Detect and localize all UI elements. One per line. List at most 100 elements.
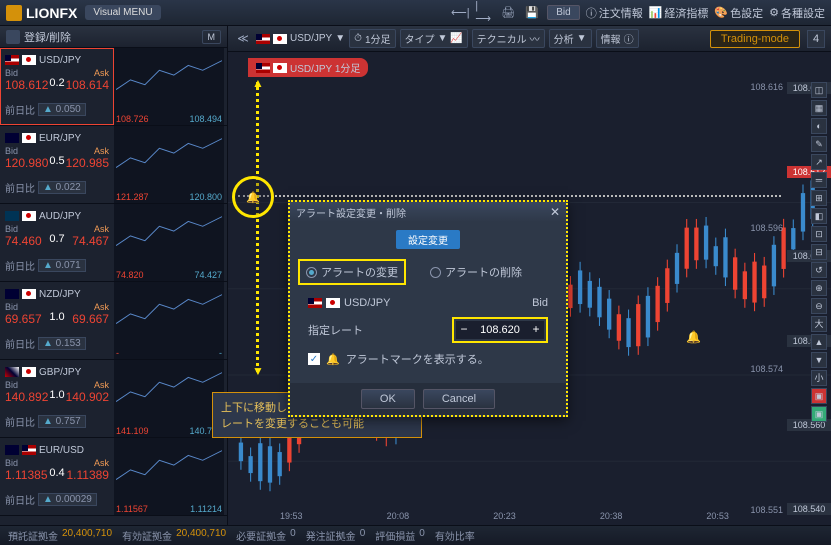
ask-value: 1.11389	[66, 468, 109, 482]
mini-chart[interactable]: 108.726108.494	[114, 48, 224, 125]
tool-button[interactable]: ⊕	[811, 280, 827, 296]
mini-chart[interactable]: --	[114, 282, 224, 359]
settings-change-tab[interactable]: 設定変更	[396, 230, 460, 249]
zoom-large-button[interactable]: 大	[811, 316, 827, 332]
tool-button[interactable]: ▦	[811, 100, 827, 116]
timeframe-selector[interactable]: ⏱ 1分足	[349, 29, 395, 48]
mini-chart[interactable]: 1.115671.11214	[114, 438, 224, 515]
pair-tile-GBP-JPY[interactable]: GBP/JPY Bid140.892 1.0 Ask140.902 前日比▲ 0…	[0, 360, 114, 437]
color-settings-link[interactable]: 🎨色設定	[714, 5, 763, 21]
chevron-left-icon[interactable]: ≪	[234, 30, 252, 48]
dialog-header[interactable]: アラート設定変更・削除 ✕	[290, 202, 566, 222]
alert-price-line[interactable]	[238, 195, 781, 197]
alert-change-radio[interactable]: アラートの変更	[298, 259, 406, 285]
tool-button[interactable]: ▼	[811, 352, 827, 368]
m-button[interactable]: M	[202, 30, 222, 44]
spread-value: 0.5	[48, 146, 65, 180]
jpy-flag-icon	[22, 289, 36, 299]
pair-tile-NZD-JPY[interactable]: NZD/JPY Bid69.657 1.0 Ask69.667 前日比▲ 0.1…	[0, 282, 114, 359]
right-tool-strip: ◫ ▦ ◐ ✎ ↗ ═ ⊞ ◧ ⊡ ⊟ ↺ ⊕ ⊖ 大 ▲ ▼ 小	[811, 82, 829, 422]
tool-button[interactable]: ▣	[811, 388, 827, 404]
jp-flag-icon	[326, 298, 340, 308]
tool-button[interactable]: ↺	[811, 262, 827, 278]
prev-day-label: 前日比	[5, 258, 35, 273]
mini-chart[interactable]: 74.82074.427	[114, 204, 224, 281]
spread-value: 1.0	[48, 302, 65, 336]
various-settings-link[interactable]: ⚙各種設定	[769, 5, 825, 21]
tool-button[interactable]: ⊡	[811, 226, 827, 242]
tool-button[interactable]: ⊖	[811, 298, 827, 314]
bid-toggle[interactable]: Bid	[547, 5, 579, 20]
collapse-icon[interactable]: ⟵|	[451, 4, 469, 22]
mini-chart[interactable]: 141.109140.724	[114, 360, 224, 437]
tool-button[interactable]: ◫	[811, 82, 827, 98]
status-value: 20,400,710	[62, 528, 112, 543]
pair-tile-AUD-JPY[interactable]: AUD/JPY Bid74.460 0.7 Ask74.467 前日比▲ 0.0…	[0, 204, 114, 281]
close-icon[interactable]: ✕	[550, 205, 560, 219]
alert-delete-radio[interactable]: アラートの削除	[424, 261, 528, 283]
us-flag-icon	[308, 298, 322, 308]
status-item: 発注証拠金0	[306, 528, 366, 543]
eur-flag-icon	[5, 133, 19, 143]
jpy-flag-icon	[22, 133, 36, 143]
tool-button[interactable]: ◐	[811, 118, 827, 134]
info-selector[interactable]: 情報 ⓘ	[596, 29, 639, 48]
ask-label: Ask	[94, 380, 109, 390]
cancel-button[interactable]: Cancel	[423, 389, 495, 409]
sidebar: 登録/削除 M USD/JPY Bid108.612 0.2 Ask108.61…	[0, 26, 228, 525]
tool-button[interactable]: ✎	[811, 136, 827, 152]
chart-area[interactable]: USD/JPY 1分足 ▲ 🔔 上下に移動して レートを変更することも可能 🔔	[228, 52, 831, 525]
mini-high: 74.820	[116, 270, 144, 280]
tool-button[interactable]: ⊟	[811, 244, 827, 260]
pair-tile-EUR-JPY[interactable]: EUR/JPY Bid120.980 0.5 Ask120.985 前日比▲ 0…	[0, 126, 114, 203]
pair-tile-EUR-USD[interactable]: EUR/USD Bid1.11385 0.4 Ask1.11389 前日比▲ 0…	[0, 438, 114, 515]
rate-decrement-button[interactable]: −	[456, 321, 472, 339]
print-icon[interactable]: 🖨	[499, 4, 517, 22]
mini-high: 1.11567	[116, 504, 148, 514]
ask-label: Ask	[94, 68, 109, 78]
jpy-flag-icon	[22, 367, 36, 377]
pair-name-text: EUR/USD	[39, 445, 84, 456]
zoom-small-button[interactable]: 小	[811, 370, 827, 386]
pair-name-text: AUD/JPY	[39, 211, 81, 222]
mini-chart[interactable]: 121.287120.800	[114, 126, 224, 203]
econ-index-link[interactable]: 📊経済指標	[649, 5, 709, 21]
workspace-number-button[interactable]: 4	[807, 30, 825, 48]
trading-mode-button[interactable]: Trading-mode	[710, 30, 800, 48]
analysis-selector[interactable]: 分析 ▼	[549, 29, 592, 48]
sidebar-title: 登録/削除	[24, 29, 71, 45]
tool-button[interactable]: ═	[811, 172, 827, 188]
tool-button[interactable]: ◧	[811, 208, 827, 224]
usd-flag-icon	[22, 445, 36, 455]
status-label: 評価損益	[375, 528, 415, 543]
tool-button[interactable]: ▲	[811, 334, 827, 350]
pair-tile-USD-JPY[interactable]: USD/JPY Bid108.612 0.2 Ask108.614 前日比▲ 0…	[0, 48, 114, 125]
mini-low: 108.494	[189, 114, 222, 124]
order-info-link[interactable]: ⓘ注文情報	[586, 5, 643, 21]
bell-icon[interactable]: 🔔	[246, 191, 260, 204]
bid-value: 1.11385	[5, 468, 48, 482]
ask-value: 69.667	[72, 312, 109, 326]
pair-name-text: GBP/JPY	[39, 367, 81, 378]
rate-increment-button[interactable]: +	[528, 321, 544, 339]
list-icon	[6, 30, 20, 44]
save-icon[interactable]: 💾	[523, 4, 541, 22]
visual-menu-button[interactable]: Visual MENU	[85, 5, 160, 20]
bid-value: 120.980	[5, 156, 48, 170]
expand-icon[interactable]: |⟶	[475, 4, 493, 22]
chart-pair-selector[interactable]: USD/JPY ▼	[256, 33, 345, 44]
spread-value: 0.4	[48, 458, 65, 492]
ask-value: 74.467	[72, 234, 109, 248]
tool-button[interactable]: ↗	[811, 154, 827, 170]
show-alert-mark-checkbox[interactable]: ✓	[308, 353, 320, 365]
type-selector[interactable]: タイプ▼ 📈	[400, 29, 468, 48]
technical-selector[interactable]: テクニカル 〰	[472, 29, 545, 48]
jpy-flag-icon	[22, 55, 36, 65]
tool-button[interactable]: ▣	[811, 406, 827, 422]
ask-value: 120.985	[66, 156, 109, 170]
spread-value: 0.2	[48, 68, 65, 102]
rate-input[interactable]	[472, 321, 528, 339]
ok-button[interactable]: OK	[361, 389, 415, 409]
top-bar: LIONFX Visual MENU ⟵| |⟶ 🖨 💾 Bid ⓘ注文情報 📊…	[0, 0, 831, 26]
tool-button[interactable]: ⊞	[811, 190, 827, 206]
